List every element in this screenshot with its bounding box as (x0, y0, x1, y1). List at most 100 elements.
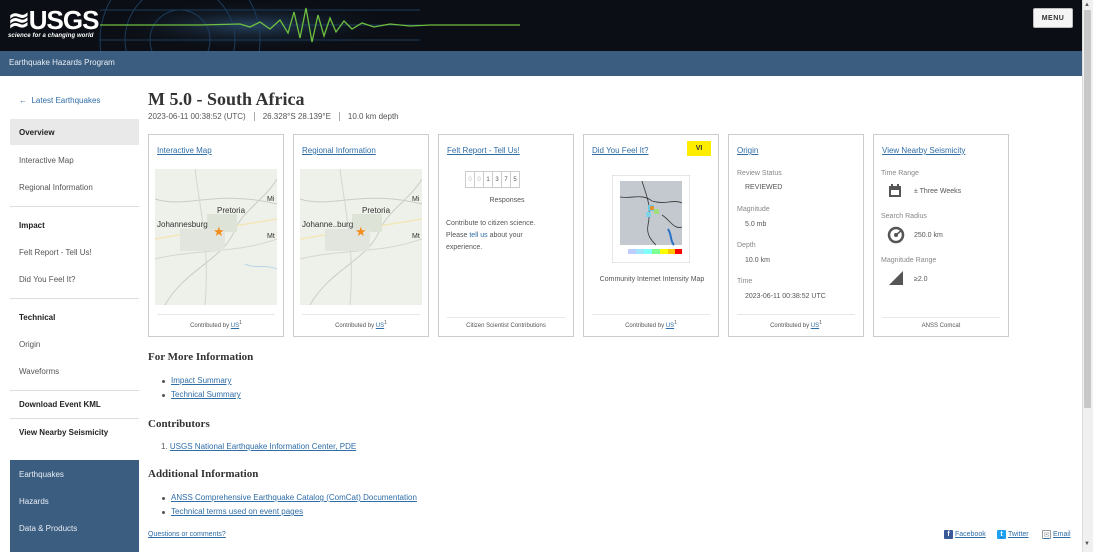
card-footer: Contributed by US1 (592, 314, 710, 329)
nav-hazards[interactable]: Hazards (19, 497, 49, 506)
sidebar-divider (10, 418, 139, 419)
map-label: Mi (412, 196, 420, 203)
calendar-icon (889, 184, 901, 197)
card-interactive-map-link[interactable]: Interactive Map (157, 146, 212, 155)
card-origin-link[interactable]: Origin (737, 146, 758, 155)
nav-earthquakes[interactable]: Earthquakes (19, 470, 64, 479)
email-link[interactable]: ✉ Email (1042, 530, 1071, 539)
sidebar-item-regional-information[interactable]: Regional Information (10, 183, 139, 192)
email-icon: ✉ (1042, 530, 1051, 539)
list-item: 1. USGS National Earthquake Information … (161, 442, 357, 451)
sidebar-divider (10, 390, 139, 391)
usgs-logo[interactable]: ≋USGS science for a changing world (8, 7, 99, 39)
tell-us-link[interactable]: tell us (469, 232, 487, 239)
card-footer: ANSS Comcat (882, 317, 1000, 329)
responses-digit: 5 (510, 171, 520, 188)
card-felt-report[interactable]: Felt Report - Tell Us! Contribute to cit… (438, 134, 574, 337)
card-nearby-seismicity[interactable]: View Nearby Seismicity Time Range ± Thre… (873, 134, 1009, 337)
card-interactive-map[interactable]: Interactive Map Pretoria Johannesburg Mi… (148, 134, 284, 337)
sidebar-back-link[interactable]: ← Latest Earthquakes (10, 96, 139, 105)
responses-counter: 0 0 1 3 7 5 (465, 171, 520, 188)
magnitude-range-value: ≥2.0 (914, 276, 928, 283)
intensity-badge: VI (687, 141, 711, 156)
event-time: 2023-06-11 00:38:52 (UTC) (148, 112, 246, 121)
scrollbar-thumb[interactable] (1084, 10, 1091, 408)
search-radius-label: Search Radius (881, 213, 927, 220)
card-origin[interactable]: Origin Review Status REVIEWED Magnitude … (728, 134, 864, 337)
contributor-link[interactable]: USGS National Earthquake Information Cen… (170, 442, 356, 451)
sidebar-item-waveforms[interactable]: Waveforms (10, 367, 139, 376)
impact-summary-link[interactable]: Impact Summary (171, 376, 231, 385)
sidebar-item-nearby-seismicity[interactable]: View Nearby Seismicity (10, 428, 139, 437)
scroll-up-icon[interactable]: ▲ (1084, 2, 1090, 8)
sidebar-item-dyfi[interactable]: Did You Feel It? (10, 275, 139, 284)
scroll-down-icon[interactable]: ▼ (1084, 541, 1090, 547)
contributors-heading: Contributors (148, 418, 210, 430)
facebook-link[interactable]: f Facebook (944, 530, 986, 539)
sidebar-heading-technical: Technical (19, 313, 56, 322)
magnitude-label: Magnitude (737, 206, 770, 213)
contributor-us-link[interactable]: US (231, 323, 239, 329)
list-item: Impact Summary (171, 376, 231, 385)
menu-button[interactable]: MENU (1033, 8, 1073, 28)
magnitude-range-icon (889, 271, 903, 285)
nav-data-products[interactable]: Data & Products (19, 524, 77, 533)
review-status-value: REVIEWED (745, 184, 783, 191)
questions-link[interactable]: Questions or comments? (148, 531, 226, 538)
map-label: Mt (267, 233, 275, 240)
epicenter-star-icon: ★ (355, 224, 367, 239)
card-dyfi-link[interactable]: Did You Feel It? (592, 146, 648, 155)
technical-terms-link[interactable]: Technical terms used on event pages (171, 507, 303, 516)
sidebar-item-interactive-map[interactable]: Interactive Map (10, 156, 139, 165)
sidebar-item-origin[interactable]: Origin (10, 340, 139, 349)
sidebar-item-felt-report[interactable]: Felt Report - Tell Us! (10, 248, 139, 257)
magnitude-range-label: Magnitude Range (881, 257, 937, 264)
card-footer: Contributed by US1 (157, 314, 275, 329)
radius-icon (887, 226, 905, 244)
card-regional-information-link[interactable]: Regional Information (302, 146, 376, 155)
magnitude-value: 5.0 mb (745, 221, 767, 228)
footer-sup: 1 (674, 320, 677, 326)
contributor-us-link[interactable]: US (376, 323, 384, 329)
card-footer: Contributed by US1 (737, 314, 855, 329)
facebook-label: Facebook (955, 531, 986, 538)
time-label: Time (737, 278, 753, 285)
card-nearby-seismicity-link[interactable]: View Nearby Seismicity (882, 146, 965, 155)
footer-sup: 1 (239, 320, 242, 326)
sidebar-divider (10, 298, 139, 299)
interactive-map-thumbnail[interactable]: Pretoria Johannesburg Mi Mt ★ (155, 169, 277, 305)
card-dyfi[interactable]: Did You Feel It? Community Internet Inte… (583, 134, 719, 337)
program-title[interactable]: Earthquake Hazards Program (9, 58, 115, 67)
program-bar: Earthquake Hazards Program (0, 51, 1082, 76)
depth-value: 10.0 km (745, 257, 770, 264)
contributor-us-link[interactable]: US (811, 323, 819, 329)
email-label: Email (1053, 531, 1071, 538)
card-regional-information[interactable]: Regional Information Pretoria Johanne..b… (293, 134, 429, 337)
felt-report-text: Contribute to citizen science. Please te… (446, 218, 568, 254)
regional-map-thumbnail[interactable]: Pretoria Johanne..burg Mi Mt ★ (300, 169, 422, 305)
sidebar-item-download-kml[interactable]: Download Event KML (10, 400, 139, 409)
sidebar-back-label: Latest Earthquakes (31, 96, 101, 105)
card-felt-report-link[interactable]: Felt Report - Tell Us! (447, 146, 520, 155)
felt-text-prefix: Please (446, 232, 470, 239)
sidebar-item-overview[interactable]: Overview (10, 119, 139, 145)
card-footer: Contributed by US1 (302, 314, 420, 329)
map-label: Johanne..burg (302, 220, 354, 229)
map-label: Mi (267, 196, 275, 203)
map-label: Johannesburg (157, 220, 208, 229)
seismogram-banner (0, 0, 1082, 51)
dyfi-caption: Community Internet Intensity Map (599, 276, 705, 283)
bullet (162, 394, 165, 397)
footer-prefix: Contributed by (770, 323, 811, 329)
more-info-heading: For More Information (148, 351, 254, 363)
intensity-map-thumbnail[interactable] (612, 175, 690, 263)
comcat-docs-link[interactable]: ANSS Comprehensive Earthquake Catalog (C… (171, 493, 417, 502)
technical-summary-link[interactable]: Technical Summary (171, 390, 241, 399)
responses-label: Responses (489, 197, 525, 204)
site-header: ≋USGS science for a changing world MENU (0, 0, 1082, 51)
event-location: 26.328°S 28.139°E (253, 112, 339, 121)
twitter-link[interactable]: t Twitter (997, 530, 1029, 539)
arrow-left-icon: ← (19, 96, 27, 105)
contributor-us-link[interactable]: US (666, 323, 674, 329)
depth-label: Depth (737, 242, 756, 249)
